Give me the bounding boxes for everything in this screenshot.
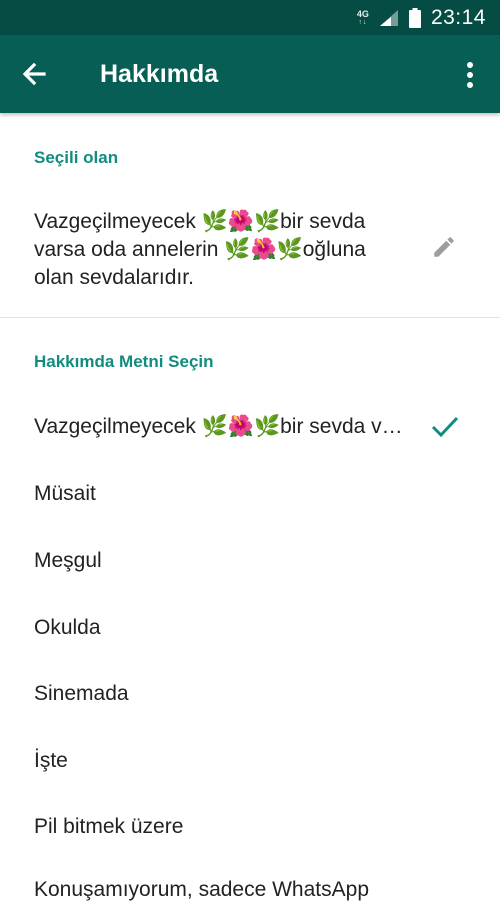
more-vert-icon[interactable] [458, 60, 482, 90]
about-option[interactable]: Müsait [0, 462, 500, 526]
option-label: Okulda [34, 616, 101, 639]
status-bar: 4G ↑↓ 23:14 [0, 0, 500, 35]
about-option-selected[interactable]: Vazgeçilmeyecek 🌿🌺🌿bir sevda v… [0, 395, 500, 459]
clock: 23:14 [430, 5, 486, 29]
arrow-back-icon[interactable] [18, 58, 50, 90]
network-arrows: ↑↓ [358, 18, 368, 26]
option-label: Sinemada [34, 682, 129, 705]
current-about-line: varsa oda annelerin 🌿🌺🌿oğluna [34, 238, 366, 261]
current-about-line: Vazgeçilmeyecek 🌿🌺🌿bir sevda [34, 210, 366, 233]
check-icon [431, 416, 459, 438]
about-option[interactable]: Konuşamıyorum, sadece WhatsApp [0, 858, 500, 922]
signal-icon [379, 9, 398, 26]
status-icons: 4G ↑↓ 23:14 [357, 0, 486, 35]
current-section-header: Seçili olan [34, 148, 119, 167]
current-about-line: olan sevdalarıdır. [34, 266, 194, 289]
app-bar: Hakkımda [0, 35, 500, 113]
page-title: Hakkımda [100, 60, 219, 88]
option-label: Konuşamıyorum, sadece WhatsApp [34, 878, 369, 901]
option-label: Meşgul [34, 549, 102, 572]
about-option[interactable]: İşte [0, 729, 500, 793]
network-type: 4G [356, 8, 369, 19]
network-indicator: 4G ↑↓ [356, 8, 369, 26]
option-label: Pil bitmek üzere [34, 815, 184, 838]
option-label: Vazgeçilmeyecek 🌿🌺🌿bir sevda v… [34, 415, 403, 438]
about-option[interactable]: Pil bitmek üzere [0, 795, 500, 859]
about-option[interactable]: Sinemada [0, 662, 500, 726]
about-option[interactable]: Meşgul [0, 529, 500, 593]
section-divider [0, 317, 500, 318]
battery-icon [408, 7, 421, 28]
option-label: İşte [34, 749, 68, 772]
option-label: Müsait [34, 482, 96, 505]
pencil-icon[interactable] [431, 234, 457, 260]
about-option[interactable]: Okulda [0, 596, 500, 660]
select-section-header: Hakkımda Metni Seçin [34, 352, 214, 371]
current-about-text[interactable]: Vazgeçilmeyecek 🌿🌺🌿bir sevda varsa oda a… [34, 208, 414, 292]
